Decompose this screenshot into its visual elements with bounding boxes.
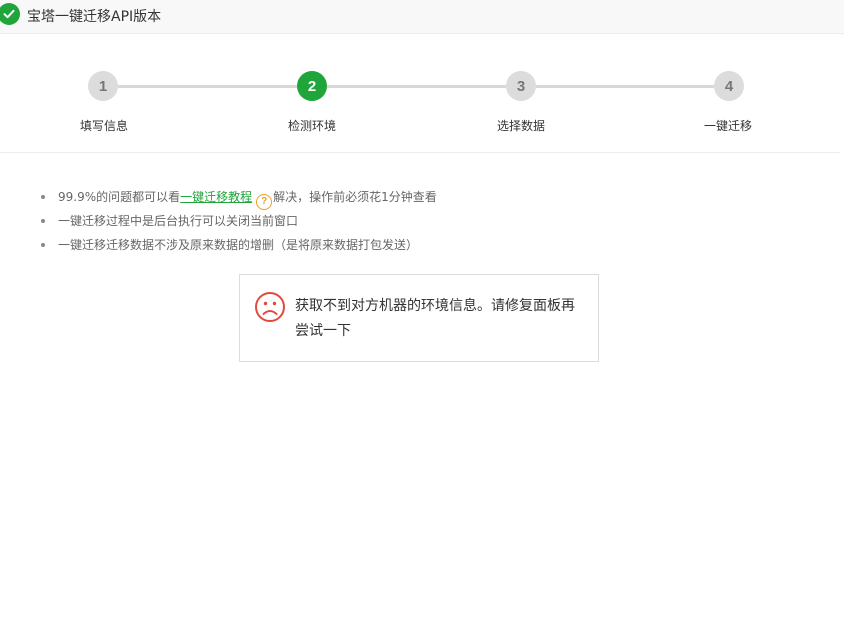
tip-item: 一键迁移迁移数据不涉及原来数据的增删（是将原来数据打包发送） [40,234,437,258]
error-text: 获取不到对方机器的环境信息。请修复面板再尝试一下 [295,298,575,339]
step-progress: 1 2 3 4 填写信息 检测环境 选择数据 一键迁移 [0,34,840,153]
step-connector [118,85,297,88]
check-circle-icon [0,3,20,25]
step-2-number: 2 [297,71,327,101]
tip-text: 99.9%的问题都可以看 [58,190,181,204]
migration-window: 宝塔一键迁移API版本 1 2 3 4 填写信息 检测环境 选择数据 一键迁移 … [0,0,844,631]
step-connector [327,85,506,88]
step-2-label: 检测环境 [287,119,336,133]
step-3-label: 选择数据 [496,119,545,133]
step-1-label: 填写信息 [79,119,128,133]
window-title: 宝塔一键迁移API版本 [27,9,162,25]
tips-list: 99.9%的问题都可以看一键迁移教程? 解决，操作前必须花1分钟查看 一键迁移过程… [40,186,437,258]
step-4-label: 一键迁移 [703,119,752,133]
tip-item: 一键迁移过程中是后台执行可以关闭当前窗口 [40,210,437,234]
sad-face-icon [255,292,285,322]
step-1-number: 1 [88,71,118,101]
tip-text: 解决，操作前必须花1分钟查看 [273,190,437,204]
error-message-box: 获取不到对方机器的环境信息。请修复面板再尝试一下 [239,274,599,362]
question-icon[interactable]: ? [256,194,273,210]
step-connector [536,85,714,88]
step-3-number: 3 [506,71,536,101]
step-4-number: 4 [714,71,744,101]
tutorial-link[interactable]: 一键迁移教程 [180,190,252,204]
title-bar: 宝塔一键迁移API版本 [0,0,844,34]
tip-item: 99.9%的问题都可以看一键迁移教程? 解决，操作前必须花1分钟查看 [40,186,437,210]
